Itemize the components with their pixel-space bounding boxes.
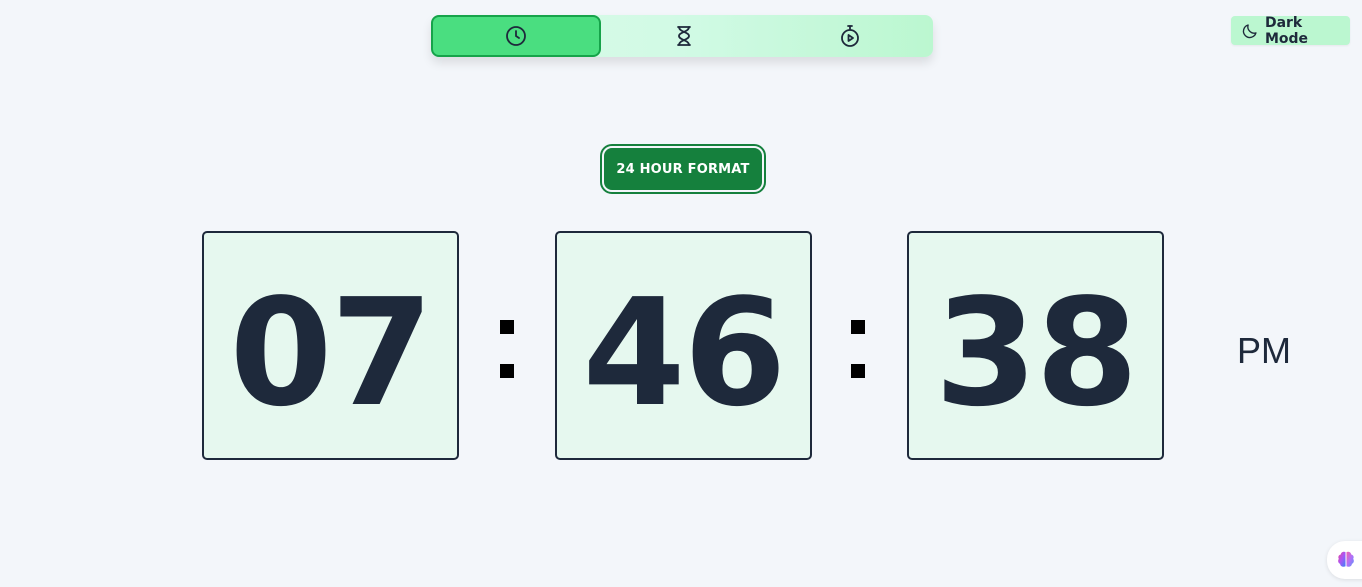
moon-icon (1242, 23, 1257, 38)
dark-mode-button[interactable]: Dark Mode (1231, 14, 1350, 47)
mode-switcher (431, 15, 933, 57)
clock-icon (506, 26, 526, 46)
seconds-value: 38 (934, 266, 1139, 439)
format-toggle-button[interactable]: 24 HOUR FORMAT (604, 148, 762, 190)
clock-app: Dark Mode 24 HOUR FORMAT 07 46 38 PM (0, 0, 1362, 587)
format-button-outline: 24 HOUR FORMAT (600, 144, 766, 194)
hourglass-icon (677, 26, 691, 46)
time-separator (500, 320, 514, 378)
seconds-display: 38 (907, 231, 1164, 460)
tab-timer[interactable] (601, 15, 767, 57)
minutes-display: 46 (555, 231, 812, 460)
assistant-badge[interactable] (1327, 541, 1362, 579)
tab-stopwatch[interactable] (767, 15, 933, 57)
time-separator (851, 320, 865, 378)
minutes-value: 46 (582, 266, 787, 439)
am-pm-indicator: PM (1237, 330, 1291, 371)
stopwatch-icon (841, 25, 859, 47)
hours-value: 07 (229, 266, 434, 439)
brain-icon (1338, 551, 1354, 567)
dark-mode-label: Dark Mode (1264, 14, 1309, 47)
tab-clock[interactable] (431, 15, 601, 57)
hours-display: 07 (202, 231, 459, 460)
